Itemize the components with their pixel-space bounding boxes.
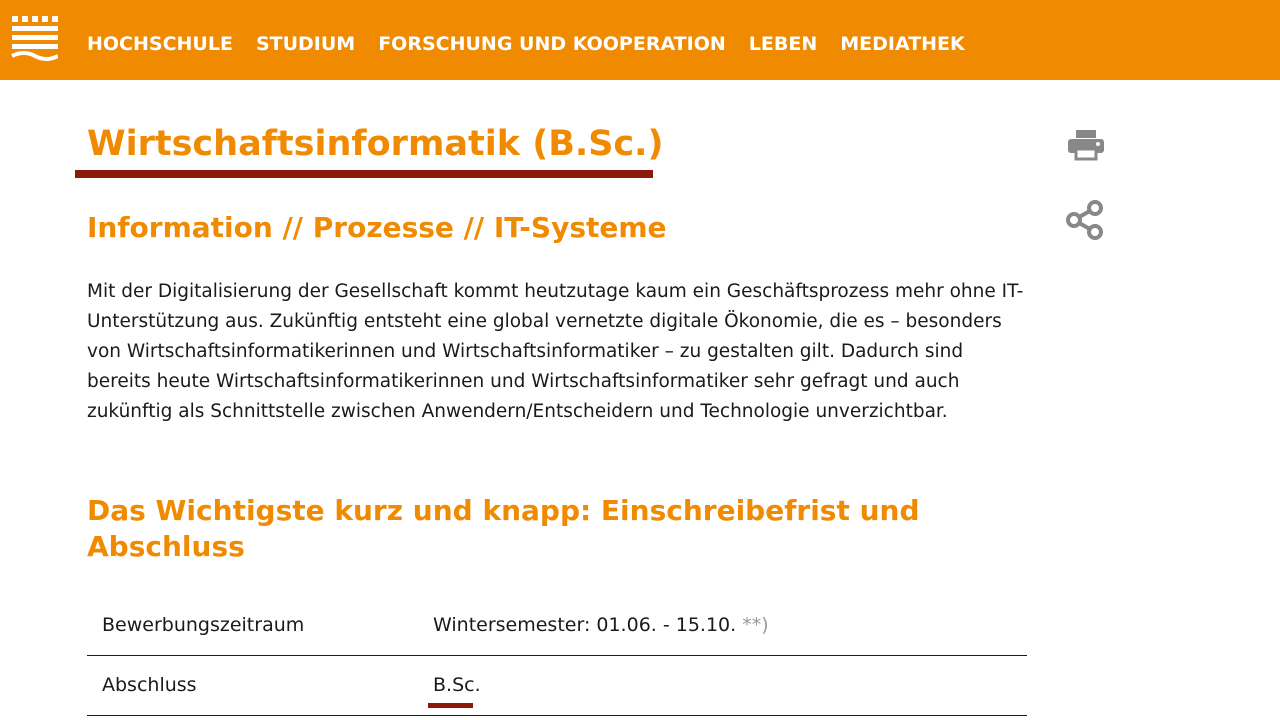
share-icon[interactable] — [1065, 200, 1105, 240]
nav-item-forschung-und-kooperation[interactable]: FORSCHUNG UND KOOPERATION — [378, 30, 726, 58]
section-heading: Das Wichtigste kurz und knapp: Einschrei… — [87, 494, 920, 563]
nav-item-studium[interactable]: STUDIUM — [256, 30, 355, 58]
table-row: Bewerbungszeitraum Wintersemester: 01.06… — [87, 595, 1027, 655]
degree-value: B.Sc. — [433, 674, 481, 696]
table-row: Abschluss B.Sc. — [87, 655, 1027, 715]
fact-value-degree: B.Sc. — [418, 655, 1027, 715]
top-navigation-bar: HOCHSCHULE STUDIUM FORSCHUNG UND KOOPERA… — [0, 0, 1280, 80]
application-period-value: Wintersemester: 01.06. - 15.10. — [433, 613, 737, 636]
main-content: Wirtschaftsinformatik (B.Sc.) Informatio… — [75, 118, 1032, 563]
main-navigation: HOCHSCHULE STUDIUM FORSCHUNG UND KOOPERA… — [87, 30, 965, 58]
print-icon[interactable] — [1066, 126, 1106, 166]
page-subtitle: Information // Prozesse // IT-Systeme — [87, 211, 667, 244]
title-underline — [75, 170, 653, 178]
nav-item-leben[interactable]: LEBEN — [749, 30, 817, 58]
intro-paragraph: Mit der Digitalisierung der Gesellschaft… — [87, 281, 1024, 422]
footnote-mark[interactable]: **) — [742, 614, 768, 636]
key-facts-table: Bewerbungszeitraum Wintersemester: 01.06… — [87, 595, 1027, 716]
fact-value-application-period: Wintersemester: 01.06. - 15.10. **) — [418, 595, 1027, 655]
degree-link[interactable]: B.Sc. — [428, 674, 481, 708]
fact-label-application-period: Bewerbungszeitraum — [102, 613, 305, 636]
page-title: Wirtschaftsinformatik (B.Sc.) — [87, 124, 664, 164]
university-logo-icon[interactable] — [10, 14, 59, 62]
nav-item-hochschule[interactable]: HOCHSCHULE — [87, 30, 233, 58]
nav-item-mediathek[interactable]: MEDIATHEK — [840, 30, 965, 58]
degree-underline — [428, 703, 473, 708]
fact-label-degree: Abschluss — [102, 674, 197, 696]
